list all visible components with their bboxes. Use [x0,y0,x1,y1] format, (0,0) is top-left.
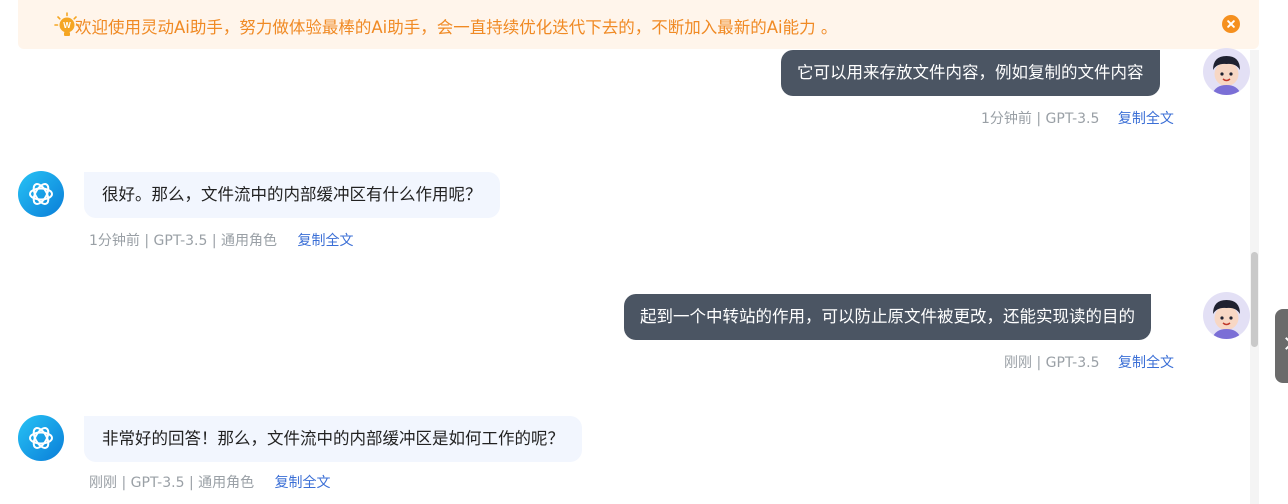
user-avatar [1203,48,1250,95]
message-meta-text: 刚刚 | GPT-3.5 [1004,355,1100,371]
message-meta-text: 1分钟前 | GPT-3.5 [981,111,1100,127]
copy-all-link[interactable]: 复制全文 [275,475,331,491]
message-meta: 刚刚 | GPT-3.5 复制全文 [1004,352,1174,372]
notice-banner: W 欢迎使用灵动Ai助手，努力做体验最棒的Ai助手，会一直持续优化迭代下去的，不… [18,0,1259,49]
copy-all-link[interactable]: 复制全文 [297,233,353,249]
message-meta: 刚刚 | GPT-3.5 | 通用角色 复制全文 [89,472,331,492]
side-panel-toggle[interactable] [1275,309,1288,383]
user-message-bubble: 它可以用来存放文件内容，例如复制的文件内容 [781,50,1160,96]
message-meta: 1分钟前 | GPT-3.5 | 通用角色 复制全文 [89,230,353,250]
scrollbar-thumb[interactable] [1251,252,1258,347]
assistant-avatar [18,415,64,461]
close-icon[interactable] [1222,15,1240,33]
user-avatar [1203,292,1250,339]
copy-all-link[interactable]: 复制全文 [1118,355,1174,371]
assistant-message-bubble: 非常好的回答！那么，文件流中的内部缓冲区是如何工作的呢？ [84,416,582,462]
message-meta-text: 刚刚 | GPT-3.5 | 通用角色 [89,475,255,491]
message-meta: 1分钟前 | GPT-3.5 复制全文 [981,108,1174,128]
copy-all-link[interactable]: 复制全文 [1118,111,1174,127]
user-message-bubble: 起到一个中转站的作用，可以防止原文件被更改，还能实现读的目的 [624,294,1151,340]
banner-text: 欢迎使用灵动Ai助手，努力做体验最棒的Ai助手，会一直持续优化迭代下去的，不断加… [75,18,838,37]
svg-text:W: W [63,21,71,30]
assistant-message-bubble: 很好。那么，文件流中的内部缓冲区有什么作用呢？ [84,172,500,218]
message-meta-text: 1分钟前 | GPT-3.5 | 通用角色 [89,233,278,249]
assistant-avatar [18,171,64,217]
openai-icon [29,183,53,205]
openai-icon [29,427,53,449]
chevron-right-icon [1280,337,1288,350]
